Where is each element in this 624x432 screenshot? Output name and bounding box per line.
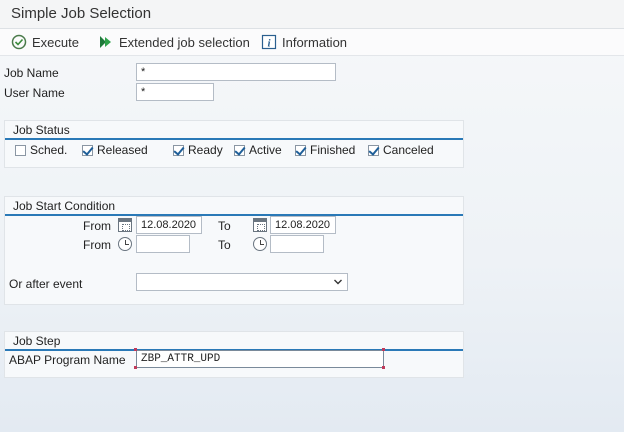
job-status-divider — [5, 138, 463, 140]
checkbox-box — [15, 144, 26, 156]
user-name-field[interactable]: * — [136, 83, 214, 101]
abap-program-label: ABAP Program Name — [9, 353, 126, 367]
clock-icon[interactable] — [118, 237, 132, 251]
from-date-label: From — [83, 219, 111, 233]
information-button[interactable]: i Information — [261, 33, 347, 51]
checkbox-label: Canceled — [383, 143, 434, 157]
extended-selection-button[interactable]: Extended job selection — [98, 33, 250, 51]
checkbox-box — [295, 144, 306, 156]
to-date-label: To — [218, 219, 231, 233]
window-title: Simple Job Selection — [11, 5, 152, 22]
extended-selection-icon — [100, 36, 111, 48]
start-condition-title: Job Start Condition — [13, 199, 116, 213]
execute-icon — [11, 34, 27, 50]
title-bar: Simple Job Selection — [0, 0, 624, 29]
job-step-title: Job Step — [13, 334, 61, 348]
abap-program-field[interactable]: ZBP_ATTR_UPD — [136, 350, 384, 368]
execute-button[interactable]: Execute — [11, 33, 79, 51]
checkbox-box — [82, 144, 93, 156]
after-event-select[interactable] — [136, 273, 348, 291]
required-marker — [134, 366, 137, 369]
checkbox-box — [234, 144, 245, 156]
from-time-label: From — [83, 238, 111, 252]
information-label: Information — [282, 34, 348, 50]
start-condition-divider — [5, 214, 463, 216]
checkbox-label: Sched. — [30, 143, 68, 157]
information-icon: i — [261, 34, 277, 50]
extended-selection-label: Extended job selection — [119, 34, 250, 50]
job-name-label: Job Name — [4, 66, 59, 80]
to-time-label: To — [218, 238, 231, 252]
checkbox-box — [368, 144, 379, 156]
checkbox-label: Released — [97, 143, 148, 157]
required-marker — [382, 348, 385, 351]
checkbox-label: Active — [249, 143, 282, 157]
after-event-label: Or after event — [9, 277, 83, 291]
toolbar: Execute Extended job selection i Informa… — [0, 29, 624, 56]
chevron-down-icon — [334, 279, 342, 285]
from-date-field[interactable]: 12.08.2020 — [136, 216, 202, 234]
to-time-field[interactable] — [270, 235, 324, 253]
to-date-field[interactable]: 12.08.2020 — [270, 216, 336, 234]
status-ready-checkbox[interactable]: Ready — [173, 143, 223, 157]
job-name-field[interactable]: * — [136, 63, 336, 81]
checkbox-box — [173, 144, 184, 156]
from-time-field[interactable] — [136, 235, 190, 253]
clock-icon[interactable] — [253, 237, 267, 251]
checkbox-label: Ready — [188, 143, 223, 157]
status-sched-checkbox[interactable]: Sched. — [15, 143, 67, 157]
calendar-icon[interactable] — [118, 218, 132, 232]
status-released-checkbox[interactable]: Released — [82, 143, 148, 157]
required-marker — [382, 366, 385, 369]
status-canceled-checkbox[interactable]: Canceled — [368, 143, 434, 157]
status-finished-checkbox[interactable]: Finished — [295, 143, 355, 157]
user-name-label: User Name — [4, 86, 65, 100]
calendar-icon[interactable] — [253, 218, 267, 232]
required-marker — [134, 348, 137, 351]
execute-label: Execute — [32, 34, 79, 50]
status-active-checkbox[interactable]: Active — [234, 143, 282, 157]
job-status-title: Job Status — [13, 123, 70, 137]
checkbox-label: Finished — [310, 143, 356, 157]
